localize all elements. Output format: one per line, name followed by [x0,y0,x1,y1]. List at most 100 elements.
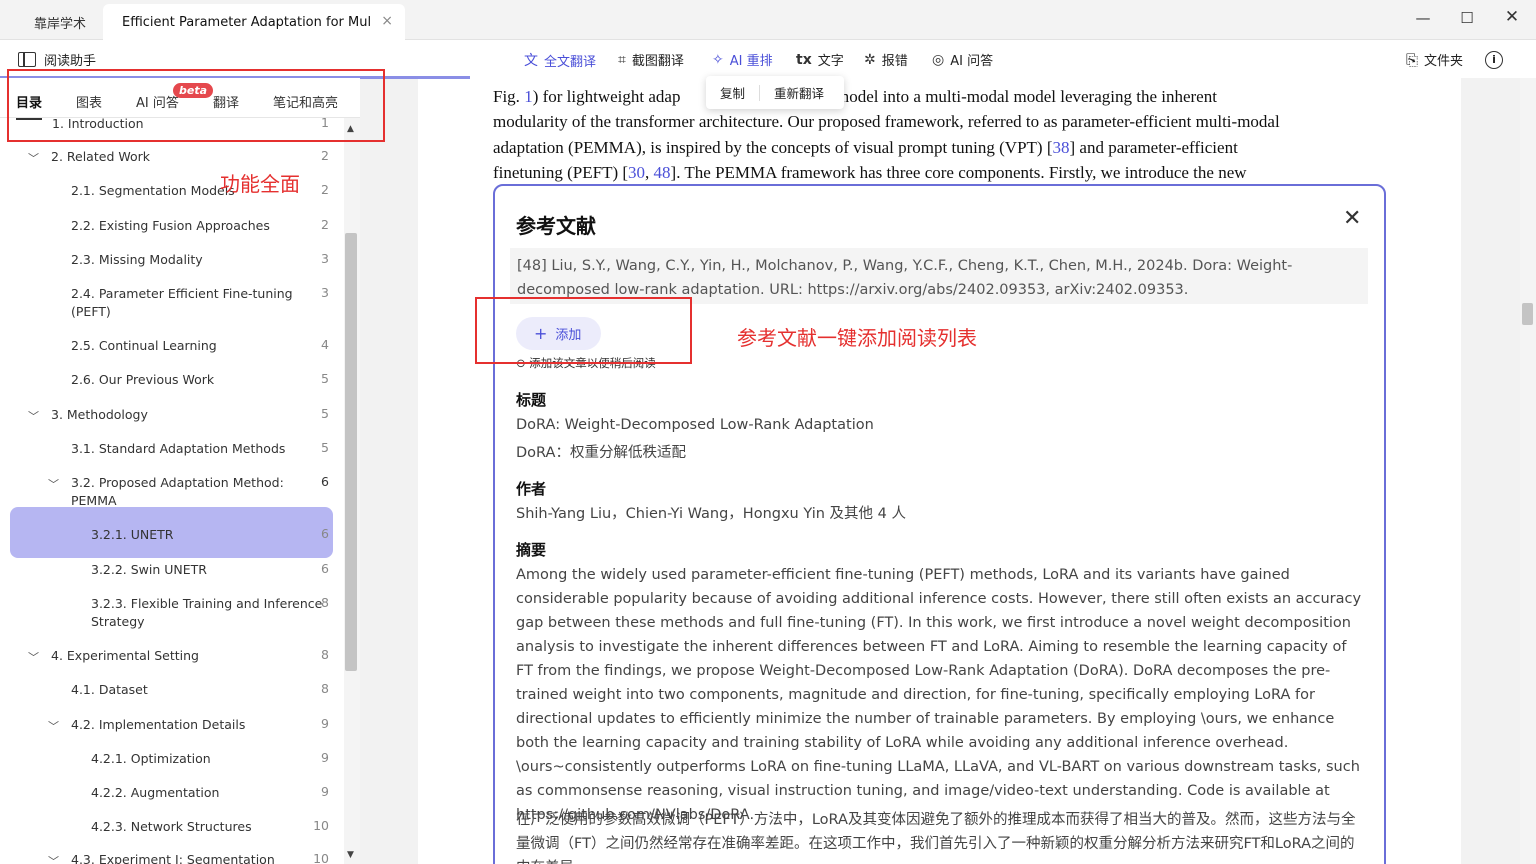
text-format-icon: tx [796,51,812,68]
annotation-box-add [475,297,692,364]
chevron-down-icon[interactable]: ﹀ [28,649,39,665]
toc-item[interactable]: 2. Related Work [51,148,150,166]
toc-item[interactable]: 3.2.1. UNETR [91,526,173,544]
chevron-down-icon[interactable]: ﹀ [48,718,59,734]
chevron-down-icon[interactable]: ﹀ [48,476,59,492]
doc-line-4: finetuning (PEFT) [30, 48]. The PEMMA fr… [493,163,1247,183]
maximize-icon[interactable]: ☐ [1457,9,1477,27]
toc-item[interactable]: 3. Methodology [51,406,148,424]
toc-page: 10 [313,818,329,833]
toc-scrollbar-thumb[interactable] [345,233,357,671]
full-translate-button[interactable]: 文 全文翻译 [524,50,596,70]
toc-page: 5 [321,406,329,421]
figure-link[interactable]: 1 [524,87,533,106]
toc-item-continuation[interactable]: (PEFT) [71,303,111,321]
text-button[interactable]: tx 文字 [796,50,844,70]
tab-document[interactable]: Efficient Parameter Adaptation for Multi… [103,4,405,40]
doc-text: , [645,163,654,182]
report-bug-label: 报错 [881,54,908,69]
minimize-icon[interactable]: — [1413,9,1433,27]
reading-assistant-button[interactable]: 阅读助手 [18,50,96,69]
toc-item[interactable]: 2.3. Missing Modality [71,251,203,269]
citation-link[interactable]: 38 [1053,138,1070,157]
document-scrollbar-thumb[interactable] [1522,303,1533,325]
authors-section-label: 作者 [516,480,547,498]
folder-label: 文件夹 [1424,54,1464,69]
toc-item[interactable]: 4. Experimental Setting [51,647,199,665]
doc-text: odal model into a multi-modal model leve… [802,87,1217,106]
ai-rearrange-button[interactable]: ✧ AI 重排 [712,50,773,70]
toc-item[interactable]: 4.3. Experiment I: Segmentation [71,851,275,864]
retranslate-menu-item[interactable]: 重新翻译 [760,83,838,102]
toc-item[interactable]: 4.2.2. Augmentation [91,784,219,802]
toc-item[interactable]: 4.1. Dataset [71,681,148,699]
screenshot-translate-button[interactable]: ⌗ 截图翻译 [618,50,684,70]
folder-button[interactable]: ⎘ 文件夹 [1406,50,1464,70]
toc-item[interactable]: 4.2.1. Optimization [91,750,211,768]
toc-item[interactable]: 3.1. Standard Adaptation Methods [71,440,285,458]
scroll-down-icon[interactable]: ▼ [347,850,354,860]
ai-qa-button[interactable]: ◎ AI 问答 [932,50,993,70]
tab-home[interactable]: 靠岸学术 [0,4,102,40]
report-bug-button[interactable]: ✲ 报错 [864,50,908,70]
toc-page: 5 [321,440,329,455]
citation-link[interactable]: 30 [628,163,645,182]
tab-close-icon[interactable]: × [381,13,393,29]
toc-page: 8 [321,595,329,610]
toc-item[interactable]: 2.4. Parameter Efficient Fine-tuning [71,285,293,303]
toc-item-active[interactable]: 3.2. Proposed Adaptation Method: [71,474,284,492]
toc-item[interactable]: 4.2.3. Network Structures [91,818,252,836]
toc-page: 8 [321,647,329,662]
toc-item[interactable]: 2.5. Continual Learning [71,337,217,355]
toc-page: 5 [321,371,329,386]
document-scrollbar[interactable] [1520,78,1536,864]
tab-home-label: 靠岸学术 [34,16,87,32]
toc-item[interactable]: 3.2.2. Swin UNETR [91,561,207,579]
doc-text: ]. The PEMMA framework has three core co… [670,163,1247,182]
sidebar-toggle-icon [18,52,36,67]
reading-assistant-label: 阅读助手 [44,54,97,69]
close-icon[interactable]: ✕ [1343,206,1361,231]
annotation-note-add: 参考文献一键添加阅读列表 [737,326,977,350]
toc-page: 8 [321,681,329,696]
toc-item[interactable]: 2.6. Our Previous Work [71,371,214,389]
citation-link[interactable]: 48 [654,163,671,182]
toc-page: 2 [321,148,329,163]
doc-text: Fig. [493,87,525,106]
paper-authors: Shih-Yang Liu，Chien-Yi Wang，Hongxu Yin 及… [516,506,906,522]
toc-page: 2 [321,217,329,232]
toc-page: 6 [321,474,329,489]
toc-item[interactable]: 2.1. Segmentation Models [71,182,235,200]
toc-page: 3 [321,285,329,300]
translate-icon: 文 [524,53,538,69]
toc-item-continuation[interactable]: Strategy [91,613,145,631]
toc-item[interactable]: 4.2. Implementation Details [71,716,245,734]
chevron-down-icon[interactable]: ﹀ [28,150,39,166]
doc-text: adaptation (PEMMA), is inspired by the c… [493,138,1053,157]
info-icon[interactable]: i [1485,51,1503,69]
chat-icon: ◎ [932,51,945,68]
toc-page: 9 [321,784,329,799]
toc-page: 6 [321,561,329,576]
paper-title-cn: DoRA：权重分解低秩适配 [516,445,686,461]
crop-icon: ⌗ [618,51,626,68]
doc-text: finetuning (PEFT) [ [493,163,629,182]
reference-popup: 参考文献 ✕ [48] Liu, S.Y., Wang, C.Y., Yin, … [493,184,1386,864]
full-translate-label: 全文翻译 [544,54,597,70]
chevron-down-icon[interactable]: ﹀ [28,408,39,424]
toc-item[interactable]: 2.2. Existing Fusion Approaches [71,217,270,235]
doc-line-2: modularity of the transformer architectu… [493,112,1280,131]
annotation-box-tabs [7,69,385,142]
toc-page: 4 [321,337,329,352]
copy-menu-item[interactable]: 复制 [706,83,759,102]
doc-line-1: Fig. 1) for lightweight adap odal model i… [493,87,1217,107]
toc-item[interactable]: 3.2.3. Flexible Training and Inference [91,595,322,613]
title-section-label: 标题 [516,391,547,409]
doc-text: ] and parameter-efficient [1069,138,1238,157]
toc-item-continuation[interactable]: PEMMA [71,492,117,510]
sidebar-panel: 目录 图表 AI 问答 beta 翻译 笔记和高亮 1. Introductio… [0,78,360,864]
chevron-down-icon[interactable]: ﹀ [48,853,59,864]
window-close-icon[interactable]: ✕ [1502,7,1522,27]
ai-rearrange-label: AI 重排 [729,54,773,69]
popup-title: 参考文献 [516,214,596,238]
